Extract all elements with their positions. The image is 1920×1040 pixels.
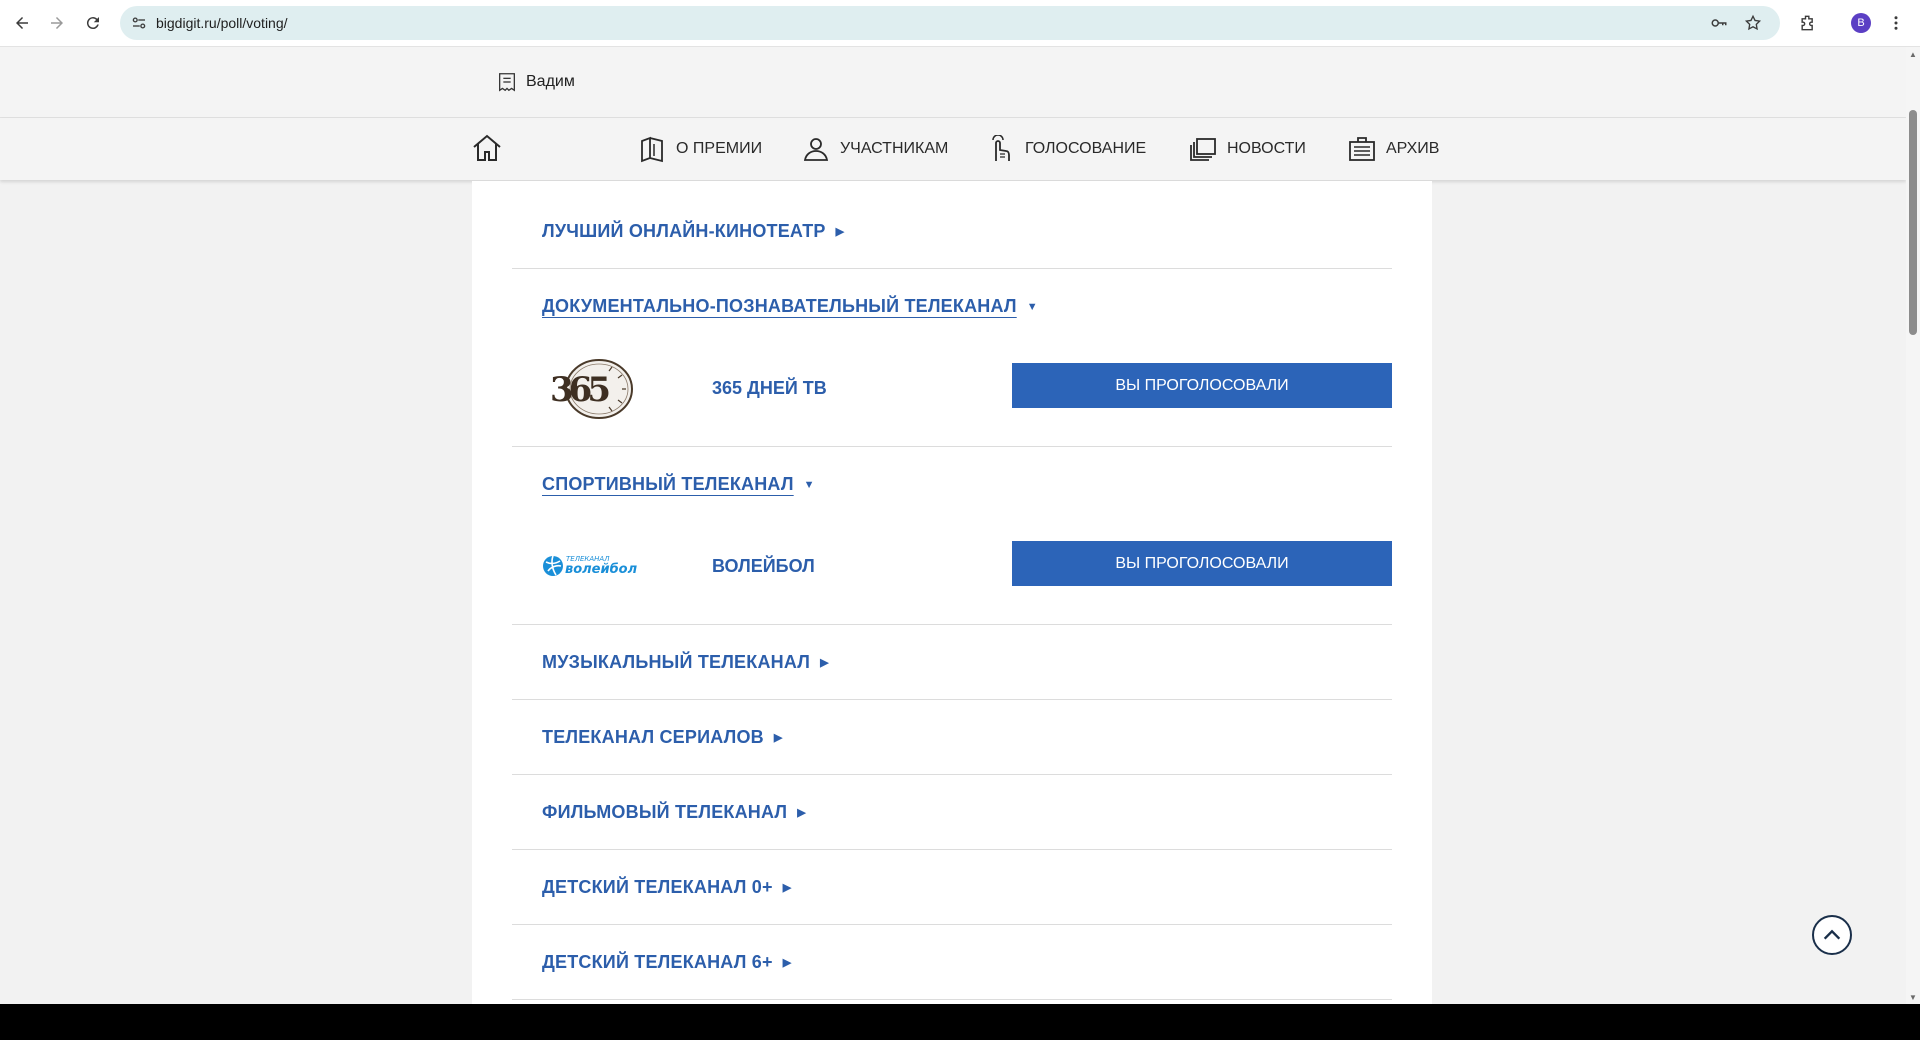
nav-label: НОВОСТИ xyxy=(1227,140,1306,157)
channel-logo-365: 365 xyxy=(550,359,633,419)
triangle-right-icon: ▶ xyxy=(782,882,792,894)
category-title: ТЕЛЕКАНАЛ СЕРИАЛОВ xyxy=(542,727,764,747)
book-icon xyxy=(641,136,663,163)
triangle-right-icon: ▶ xyxy=(835,226,845,238)
category-music: МУЗЫКАЛЬНЫЙ ТЕЛЕКАНАЛ ▶ xyxy=(512,625,1392,700)
main-navigation: О ПРЕМИИ УЧАСТНИКАМ ГОЛОСОВАНИЕ НОВОСТИ xyxy=(0,118,1906,180)
triangle-right-icon: ▶ xyxy=(782,957,792,969)
nav-label: ГОЛОСОВАНИЕ xyxy=(1025,140,1147,157)
voted-button[interactable]: ВЫ ПРОГОЛОСОВАЛИ xyxy=(1012,541,1392,586)
reload-icon xyxy=(86,17,99,30)
voting-content: ЛУЧШИЙ ОНЛАЙН-КИНОТЕАТР ▶ ДОКУМЕНТАЛЬНО-П… xyxy=(472,181,1432,1004)
nav-item-archive[interactable]: АРХИВ xyxy=(1348,132,1439,166)
user-name: Вадим xyxy=(526,73,575,90)
reload-button[interactable] xyxy=(81,11,105,35)
taskbar-area xyxy=(0,1004,1920,1040)
category-toggle[interactable]: ТЕЛЕКАНАЛ СЕРИАЛОВ ▶ xyxy=(542,727,783,748)
news-stack-icon xyxy=(1190,138,1216,161)
triangle-down-icon: ▼ xyxy=(803,479,815,491)
nav-label: О ПРЕМИИ xyxy=(676,140,763,157)
puzzle-icon xyxy=(1801,15,1813,31)
extensions-button[interactable] xyxy=(1797,12,1819,34)
category-title: ЛУЧШИЙ ОНЛАЙН-КИНОТЕАТР xyxy=(542,221,826,241)
user-card-icon xyxy=(499,73,515,92)
vote-hand-icon xyxy=(992,135,1010,161)
nav-label: АРХИВ xyxy=(1386,140,1440,157)
category-title: ДЕТСКИЙ ТЕЛЕКАНАЛ 0+ xyxy=(542,877,773,897)
category-title: МУЗЫКАЛЬНЫЙ ТЕЛЕКАНАЛ xyxy=(542,652,811,672)
nav-item-about[interactable]: О ПРЕМИИ xyxy=(638,132,762,166)
category-toggle[interactable]: ДОКУМЕНТАЛЬНО-ПОЗНАВАТЕЛЬНЫЙ ТЕЛЕКАНАЛ ▼ xyxy=(542,296,1038,317)
triangle-right-icon: ▶ xyxy=(773,732,783,744)
category-toggle[interactable]: ДЕТСКИЙ ТЕЛЕКАНАЛ 0+ ▶ xyxy=(542,877,791,898)
nav-label: УЧАСТНИКАМ xyxy=(840,140,949,157)
scrollbar-thumb[interactable] xyxy=(1909,110,1917,335)
home-icon[interactable] xyxy=(471,132,503,164)
menu-button[interactable] xyxy=(1885,12,1907,34)
category-toggle[interactable]: ЛУЧШИЙ ОНЛАЙН-КИНОТЕАТР ▶ xyxy=(542,221,844,242)
category-kids-0: ДЕТСКИЙ ТЕЛЕКАНАЛ 0+ ▶ xyxy=(512,850,1392,925)
category-toggle[interactable]: МУЗЫКАЛЬНЫЙ ТЕЛЕКАНАЛ ▶ xyxy=(542,652,829,673)
avatar: B xyxy=(1851,13,1871,33)
chevron-up-icon xyxy=(1823,929,1841,940)
triangle-right-icon: ▶ xyxy=(797,807,806,819)
password-key-icon[interactable] xyxy=(1710,14,1728,32)
triangle-right-icon: ▶ xyxy=(820,657,829,669)
back-button[interactable] xyxy=(10,11,34,35)
category-film: ФИЛЬМОВЫЙ ТЕЛЕКАНАЛ ▶ xyxy=(512,775,1392,850)
profile-button[interactable]: B xyxy=(1850,12,1872,34)
logo-text: 365 xyxy=(550,370,609,410)
category-documentary: ДОКУМЕНТАЛЬНО-ПОЗНАВАТЕЛЬНЫЙ ТЕЛЕКАНАЛ ▼ … xyxy=(512,269,1392,447)
category-title: ДЕТСКИЙ ТЕЛЕКАНАЛ 6+ xyxy=(542,952,773,972)
nominee-name: 365 ДНЕЙ ТВ xyxy=(712,378,827,398)
bookmark-star-icon[interactable] xyxy=(1744,14,1762,32)
archive-icon xyxy=(1349,137,1375,161)
nav-item-news[interactable]: НОВОСТИ xyxy=(1189,132,1306,166)
address-bar[interactable]: bigdigit.ru/poll/voting/ xyxy=(120,6,1780,40)
category-title: ДОКУМЕНТАЛЬНО-ПОЗНАВАТЕЛЬНЫЙ ТЕЛЕКАНАЛ xyxy=(542,296,1017,316)
kebab-menu-icon xyxy=(1894,16,1898,30)
url-text: bigdigit.ru/poll/voting/ xyxy=(156,15,288,31)
category-sports: СПОРТИВНЫЙ ТЕЛЕКАНАЛ ▼ ТЕЛЕКАНАЛ волейбол… xyxy=(512,447,1392,625)
category-series: ТЕЛЕКАНАЛ СЕРИАЛОВ ▶ xyxy=(512,700,1392,775)
category-title: СПОРТИВНЫЙ ТЕЛЕКАНАЛ xyxy=(542,474,794,494)
nominee-row: 365 365 ДНЕЙ ТВ ВЫ ПРОГОЛОСОВАЛИ xyxy=(542,359,1392,419)
scroll-down-arrow-icon[interactable]: ▼ xyxy=(1908,993,1918,1003)
category-toggle[interactable]: СПОРТИВНЫЙ ТЕЛЕКАНАЛ ▼ xyxy=(542,474,815,495)
channel-logo-volleyball: ТЕЛЕКАНАЛ волейбол xyxy=(543,555,638,577)
nav-item-participants[interactable]: УЧАСТНИКАМ xyxy=(802,132,948,166)
browser-toolbar: bigdigit.ru/poll/voting/ B xyxy=(0,0,1920,47)
scroll-up-arrow-icon[interactable]: ▲ xyxy=(1908,50,1918,60)
nominee-row: ТЕЛЕКАНАЛ волейбол ВОЛЕЙБОЛ ВЫ ПРОГОЛОСО… xyxy=(542,537,1392,597)
triangle-down-icon: ▼ xyxy=(1026,301,1038,313)
person-icon xyxy=(803,138,829,161)
category-toggle[interactable]: ДЕТСКИЙ ТЕЛЕКАНАЛ 6+ ▶ xyxy=(542,952,791,973)
nominee-name: ВОЛЕЙБОЛ xyxy=(712,556,815,576)
user-profile-link[interactable]: Вадим xyxy=(496,71,575,93)
category-kids-6: ДЕТСКИЙ ТЕЛЕКАНАЛ 6+ ▶ xyxy=(512,925,1392,1000)
arrow-right-icon xyxy=(51,17,63,29)
nav-item-voting[interactable]: ГОЛОСОВАНИЕ xyxy=(987,132,1146,166)
voted-button[interactable]: ВЫ ПРОГОЛОСОВАЛИ xyxy=(1012,363,1392,408)
site-settings-icon xyxy=(132,17,146,29)
category-online-cinema: ЛУЧШИЙ ОНЛАЙН-КИНОТЕАТР ▶ xyxy=(512,181,1392,269)
scroll-to-top-button[interactable] xyxy=(1812,915,1852,955)
forward-button[interactable] xyxy=(45,11,69,35)
logo-main-text: волейбол xyxy=(565,562,638,577)
arrow-left-icon xyxy=(16,17,28,29)
category-toggle[interactable]: ФИЛЬМОВЫЙ ТЕЛЕКАНАЛ ▶ xyxy=(542,802,806,823)
category-title: ФИЛЬМОВЫЙ ТЕЛЕКАНАЛ xyxy=(542,802,788,822)
user-bar: Вадим xyxy=(0,47,1906,118)
